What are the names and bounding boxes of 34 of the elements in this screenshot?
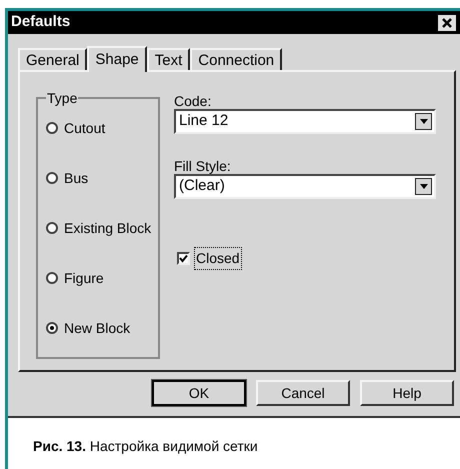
radio-label[interactable]: Bus — [64, 168, 88, 188]
field-label: Fill Style: — [174, 157, 232, 174]
dropdown-value: (Clear) — [179, 176, 225, 196]
tab[interactable]: Shape — [87, 46, 147, 72]
tab[interactable]: Connection — [190, 48, 282, 70]
fill-style-dropdown[interactable]: (Clear) — [174, 174, 436, 199]
radio-label[interactable]: New Block — [64, 318, 130, 338]
radio-button[interactable] — [46, 272, 58, 284]
closed-checkbox[interactable] — [177, 252, 190, 265]
close-button[interactable] — [438, 14, 456, 30]
dropdown-value: Line 12 — [179, 111, 228, 132]
caret-icon — [420, 184, 428, 189]
field-label: Code: — [174, 92, 212, 109]
radio-label[interactable]: Cutout — [64, 118, 106, 138]
checkmark-icon — [179, 254, 188, 263]
figure-caption: Рис. 13. Настройка видимой сетки — [33, 438, 258, 454]
radio-button[interactable] — [46, 122, 58, 134]
radio-button[interactable] — [46, 322, 58, 334]
radio-button[interactable] — [46, 172, 58, 184]
dialog-button[interactable]: Help — [360, 380, 454, 406]
caret-icon — [420, 119, 428, 124]
window-title: Defaults — [11, 12, 70, 32]
tab[interactable]: General — [18, 48, 88, 70]
radio-label[interactable]: Existing Block — [64, 218, 152, 238]
checkbox-label[interactable]: Closed — [194, 247, 242, 270]
close-icon — [441, 16, 453, 28]
dropdown-button[interactable] — [415, 178, 432, 195]
dialog-button[interactable]: OK — [152, 380, 246, 406]
dropdown-button[interactable] — [415, 113, 432, 130]
radio-button[interactable] — [46, 222, 58, 234]
radio-label[interactable]: Figure — [64, 268, 104, 288]
dialog-button[interactable]: Cancel — [256, 380, 350, 406]
code-dropdown[interactable]: Line 12 — [174, 109, 436, 134]
tab[interactable]: Text — [146, 48, 190, 70]
